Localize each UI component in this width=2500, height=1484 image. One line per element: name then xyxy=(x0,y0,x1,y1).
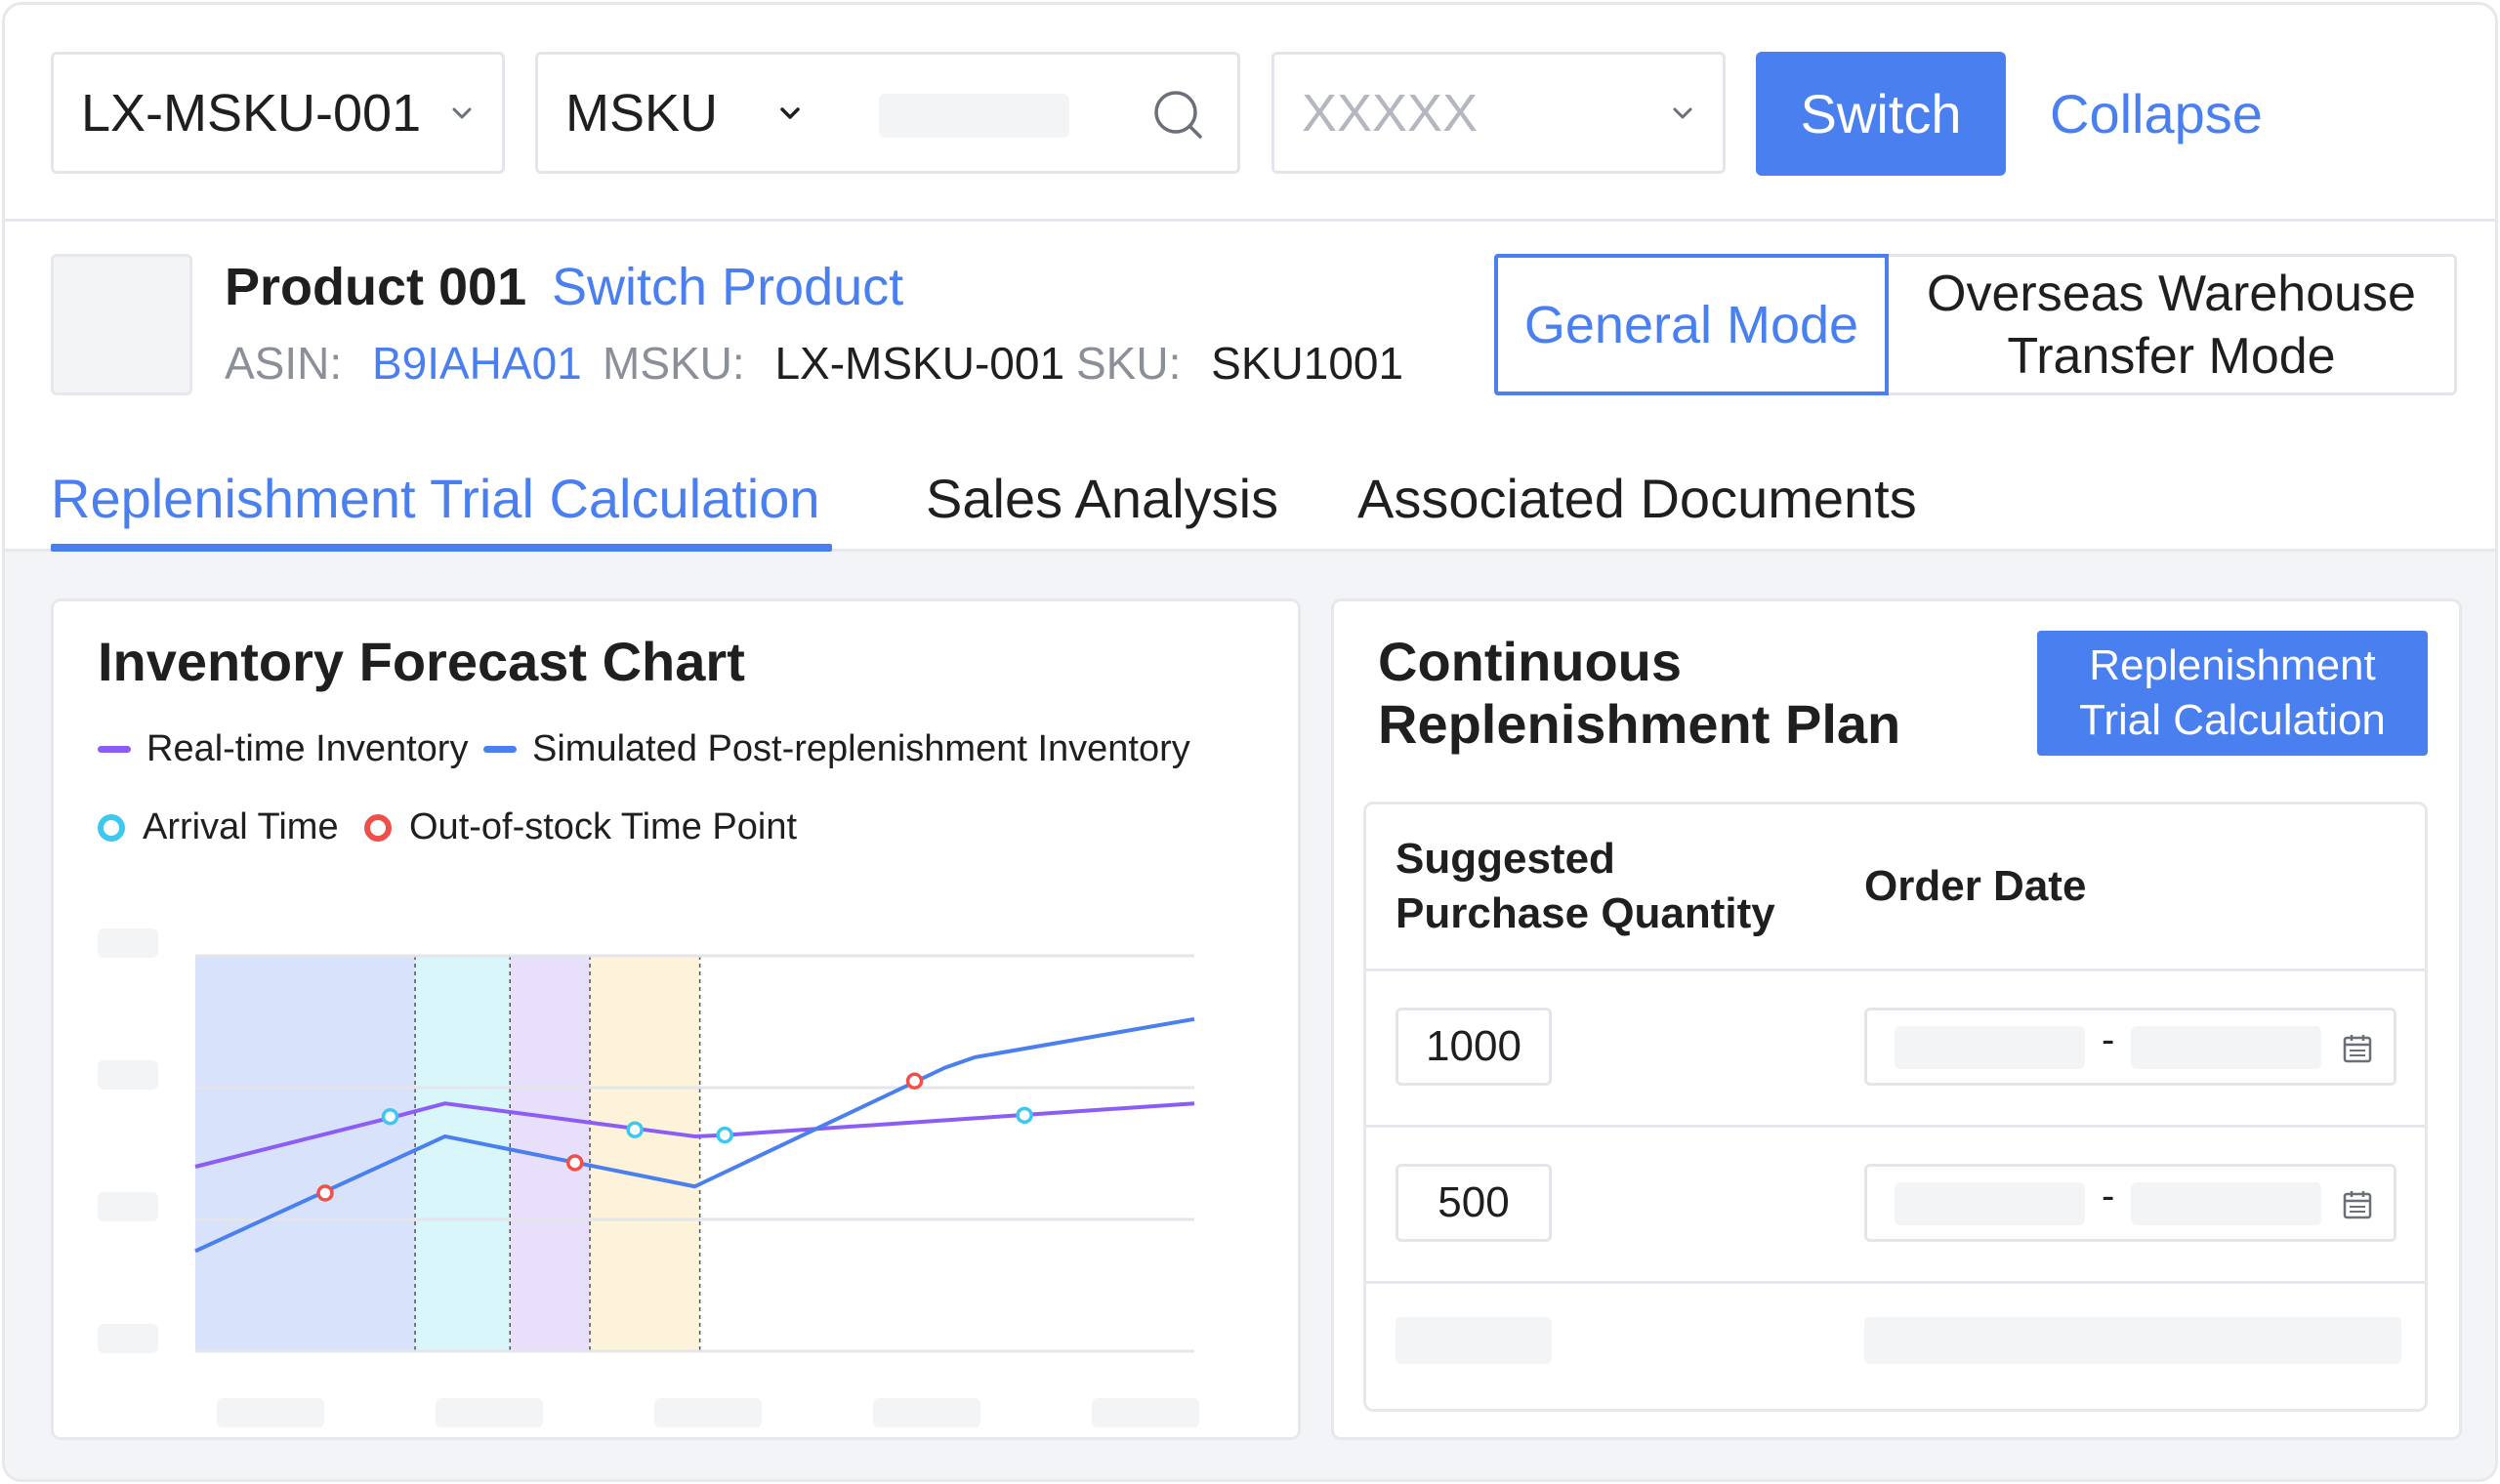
chart-band xyxy=(415,956,511,1351)
switch-product-link[interactable]: Switch Product xyxy=(552,257,903,317)
chevron-down-icon xyxy=(780,106,800,119)
chevron-down-icon xyxy=(452,107,472,118)
col-header-quantity: Suggested Purchase Quantity xyxy=(1396,832,1775,941)
collapse-link[interactable]: Collapse xyxy=(2050,52,2263,176)
msku-label: MSKU: xyxy=(603,338,745,389)
sku-value: SKU1001 xyxy=(1211,338,1404,389)
row-divider xyxy=(1366,1281,2425,1284)
replenishment-trial-button[interactable]: Replenishment Trial Calculation xyxy=(2037,631,2428,756)
overseas-mode-line2: Transfer Mode xyxy=(2007,327,2336,385)
plan-title-line2: Replenishment Plan xyxy=(1378,693,1901,755)
end-date-field[interactable] xyxy=(2131,1182,2321,1225)
calendar-icon[interactable] xyxy=(2341,1032,2374,1065)
overseas-transfer-mode-toggle[interactable]: Overseas Warehouse Transfer Mode xyxy=(1889,254,2457,395)
product-name: Product 001 xyxy=(225,258,527,316)
inventory-forecast-chart xyxy=(98,928,1199,1427)
col-header-order-date: Order Date xyxy=(1864,862,2087,910)
stockout-point xyxy=(905,1072,924,1090)
chart-y-tick-placeholder xyxy=(98,1192,158,1221)
product-thumbnail xyxy=(51,254,192,395)
plan-title-line1: Continuous xyxy=(1378,631,1683,692)
tab-sales-analysis[interactable]: Sales Analysis xyxy=(926,444,1278,552)
trial-button-line2: Trial Calculation xyxy=(2079,696,2386,744)
tab-bar: Replenishment Trial Calculation Sales An… xyxy=(5,444,2495,552)
arrival-point xyxy=(381,1107,399,1126)
start-date-field[interactable] xyxy=(1895,1182,2085,1225)
stockout-point xyxy=(565,1154,584,1172)
start-date-field[interactable] xyxy=(1895,1026,2085,1069)
search-icon[interactable] xyxy=(1149,86,1208,144)
skeleton-cell xyxy=(1396,1317,1552,1364)
field-select-value: MSKU xyxy=(565,83,719,143)
trial-button-line1: Replenishment xyxy=(2089,641,2376,689)
chart-x-tick-placeholder xyxy=(654,1398,762,1427)
asin-meta: ASIN: B9IAHA01 xyxy=(225,337,582,390)
end-date-field[interactable] xyxy=(2131,1026,2321,1069)
replenishment-plan-card: Continuous Replenishment Plan Replenishm… xyxy=(1331,598,2462,1440)
tab-replenishment-trial[interactable]: Replenishment Trial Calculation xyxy=(51,444,820,552)
asin-label: ASIN: xyxy=(225,338,343,389)
overseas-mode-line1: Overseas Warehouse xyxy=(1927,265,2416,322)
order-date-range-row2[interactable]: - xyxy=(1864,1164,2396,1242)
sku-label: SKU: xyxy=(1076,338,1182,389)
col-header-quantity-line1: Suggested xyxy=(1396,835,1615,883)
search-input-placeholder xyxy=(879,94,1069,138)
field-select[interactable]: MSKU xyxy=(535,52,833,174)
switch-button[interactable]: Switch xyxy=(1756,52,2006,176)
chart-x-tick-placeholder xyxy=(217,1398,324,1427)
row-divider xyxy=(1366,969,2425,971)
store-select-value: LX-MSKU-001 xyxy=(81,83,422,143)
arrival-point xyxy=(626,1121,644,1138)
chart-x-tick-placeholder xyxy=(873,1398,980,1427)
col-header-quantity-line2: Purchase Quantity xyxy=(1396,889,1775,937)
plan-table: Suggested Purchase Quantity Order Date 1… xyxy=(1363,802,2428,1412)
row-divider xyxy=(1366,1125,2425,1128)
store-select[interactable]: LX-MSKU-001 xyxy=(51,52,505,174)
app-frame: LX-MSKU-001 MSKU XXXXX Switch Collapse P… xyxy=(2,2,2498,1482)
date-separator: - xyxy=(2102,1175,2115,1217)
arrival-point xyxy=(716,1126,733,1144)
msku-meta: MSKU: LX-MSKU-001 xyxy=(603,337,1064,390)
content-area: Inventory Forecast Chart Real-time Inven… xyxy=(5,552,2495,1479)
chart-band xyxy=(195,956,416,1351)
tab-associated-documents[interactable]: Associated Documents xyxy=(1357,444,1917,552)
msku-value: LX-MSKU-001 xyxy=(774,338,1065,389)
inventory-forecast-card: Inventory Forecast Chart Real-time Inven… xyxy=(51,598,1301,1440)
order-date-range-row1[interactable]: - xyxy=(1864,1008,2396,1086)
chart-y-tick-placeholder xyxy=(98,1324,158,1353)
chevron-down-icon xyxy=(1673,107,1692,118)
filter-select[interactable]: XXXXX xyxy=(1271,52,1726,174)
sku-meta: SKU: SKU1001 xyxy=(1076,337,1403,390)
toolbar: LX-MSKU-001 MSKU XXXXX Switch Collapse xyxy=(5,5,2495,222)
skeleton-cell xyxy=(1864,1317,2401,1364)
date-separator: - xyxy=(2102,1018,2115,1061)
filter-select-placeholder: XXXXX xyxy=(1302,83,1479,143)
stockout-point xyxy=(316,1184,334,1202)
quantity-input-row1[interactable]: 1000 xyxy=(1396,1008,1552,1086)
active-tab-indicator xyxy=(51,544,832,552)
general-mode-toggle[interactable]: General Mode xyxy=(1494,254,1889,395)
arrival-point xyxy=(1016,1106,1033,1125)
chart-y-tick-placeholder xyxy=(98,928,158,958)
chart-x-tick-placeholder xyxy=(1092,1398,1199,1427)
chart-band xyxy=(590,956,700,1351)
search-input[interactable] xyxy=(830,52,1240,174)
plan-title: Continuous Replenishment Plan xyxy=(1378,631,1900,756)
chart-x-tick-placeholder xyxy=(436,1398,543,1427)
calendar-icon[interactable] xyxy=(2341,1188,2374,1221)
quantity-input-row2[interactable]: 500 xyxy=(1396,1164,1552,1242)
asin-value[interactable]: B9IAHA01 xyxy=(372,338,582,389)
chart-y-tick-placeholder xyxy=(98,1060,158,1090)
